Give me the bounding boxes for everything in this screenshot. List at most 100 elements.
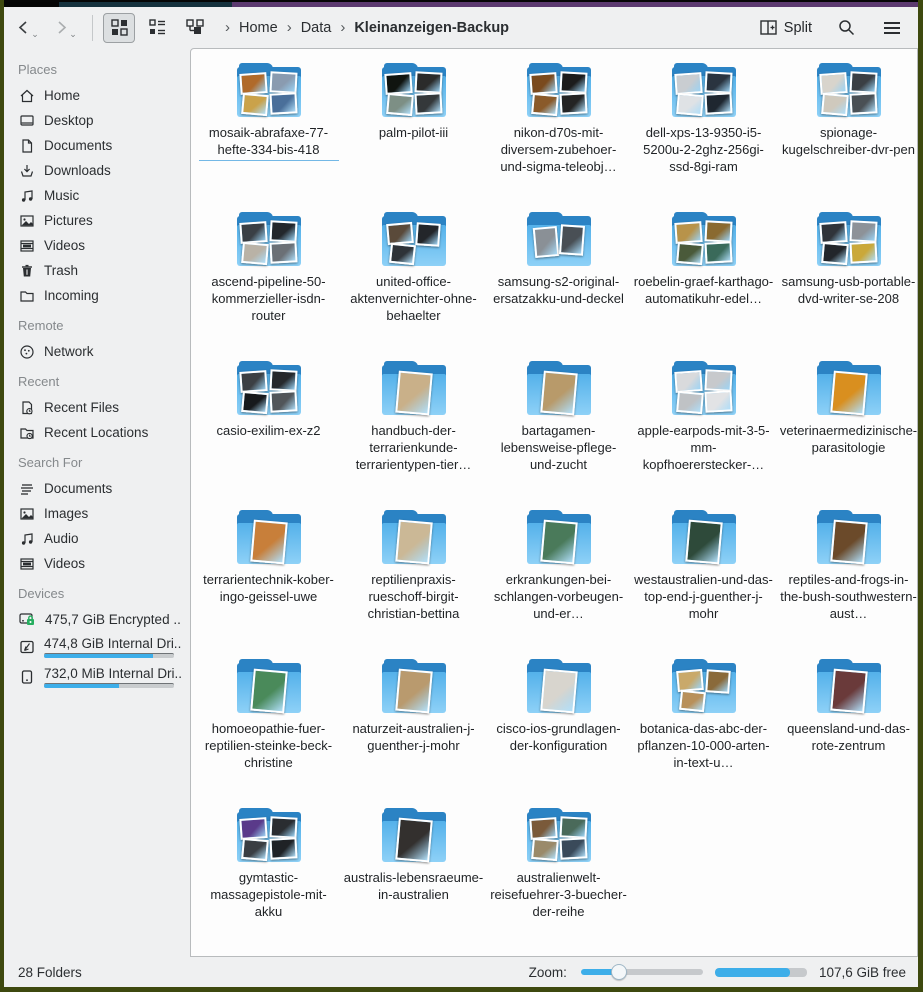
folder-label: mosaik-abrafaxe-77-hefte-334-bis-418 (199, 124, 339, 161)
zoom-slider[interactable] (581, 964, 703, 980)
sidebar-item-recent-locations[interactable]: Recent Locations (16, 420, 184, 445)
folder-thumbnail (540, 669, 578, 714)
sidebar-item-label: Pictures (44, 213, 182, 228)
tree-view-button[interactable] (179, 13, 211, 43)
folder-label: dell-xps-13-9350-i5-5200u-2-2ghz-256gi-s… (634, 124, 774, 175)
network-icon (18, 343, 35, 360)
sidebar-item-474-8-gib-internal-dri[interactable]: 474,8 GiB Internal Dri... (16, 632, 184, 662)
sidebar-item-desktop[interactable]: Desktop (16, 108, 184, 133)
folder-item-naturzeit-australien-j-guenther-j-mohr[interactable]: naturzeit-australien-j-guenther-j-mohr (341, 655, 486, 804)
folder-item-handbuch-der-terrarienkunde-terrarientypen-tier[interactable]: handbuch-der-terrarienkunde-terrarientyp… (341, 357, 486, 506)
back-history-caret[interactable]: ⌄ (31, 29, 39, 43)
sidebar-item-videos[interactable]: Videos (16, 551, 184, 576)
folder-item-mosaik-abrafaxe-77-hefte-334-bis-418[interactable]: mosaik-abrafaxe-77-hefte-334-bis-418 (196, 59, 341, 208)
folder-thumbnail (269, 92, 297, 114)
sidebar-item-label: Desktop (44, 113, 182, 128)
sidebar-item-images[interactable]: Images (16, 501, 184, 526)
back-button[interactable]: ⌄ (12, 13, 44, 43)
folder-label: naturzeit-australien-j-guenther-j-mohr (344, 720, 484, 754)
folder-thumbnail (819, 72, 847, 95)
hamburger-icon (883, 21, 901, 35)
folder-item-erkrankungen-bei-schlangen-vorbeugen-und-er[interactable]: erkrankungen-bei-schlangen-vorbeugen-und… (486, 506, 631, 655)
folder-label: veterinaermedizinische-parasitologie (779, 422, 919, 456)
folder-icon (527, 361, 591, 415)
folder-item-terrarientechnik-kober-ingo-geissel-uwe[interactable]: terrarientechnik-kober-ingo-geissel-uwe (196, 506, 341, 655)
folder-item-samsung-usb-portable-dvd-writer-se-208[interactable]: samsung-usb-portable-dvd-writer-se-208 (776, 208, 918, 357)
folder-thumbnail (241, 241, 269, 264)
folder-label: spionage-kugelschreiber-dvr-pen (779, 124, 919, 158)
breadcrumb: ›Home›Data›Kleinanzeigen-Backup (223, 18, 750, 38)
icons-view-button[interactable] (103, 13, 135, 43)
breadcrumb-item-home[interactable]: Home (236, 18, 281, 38)
folder-item-homoeopathie-fuer-reptilien-steinke-beck-christine[interactable]: homoeopathie-fuer-reptilien-steinke-beck… (196, 655, 341, 804)
folder-item-bartagamen-lebensweise-pflege-und-zucht[interactable]: bartagamen-lebensweise-pflege-und-zucht (486, 357, 631, 506)
zoom-slider-handle[interactable] (611, 964, 627, 980)
folder-icon (817, 63, 881, 117)
zoom-slider-track[interactable] (581, 969, 703, 975)
folder-item-reptiles-and-frogs-in-the-bush-southwestern-aust[interactable]: reptiles-and-frogs-in-the-bush-southwest… (776, 506, 918, 655)
sidebar-item-label: Audio (44, 531, 182, 546)
forward-button[interactable]: ⌄ (50, 13, 82, 43)
sidebar-item-documents[interactable]: Documents (16, 133, 184, 158)
sidebar-item-audio[interactable]: Audio (16, 526, 184, 551)
folder-item-veterinaermedizinische-parasitologie[interactable]: veterinaermedizinische-parasitologie (776, 357, 918, 506)
forward-history-caret[interactable]: ⌄ (69, 29, 77, 43)
folder-item-united-office-aktenvernichter-ohne-behaelter[interactable]: united-office-aktenvernichter-ohne-behae… (341, 208, 486, 357)
folder-icon (817, 659, 881, 713)
drive-internal-icon (18, 639, 35, 656)
folder-item-ascend-pipeline-50-kommerzieller-isdn-router[interactable]: ascend-pipeline-50-kommerzieller-isdn-ro… (196, 208, 341, 357)
folder-label: gymtastic-massagepistole-mit-akku (199, 869, 339, 920)
sidebar-item-pictures[interactable]: Pictures (16, 208, 184, 233)
folder-icon (237, 63, 301, 117)
folder-thumbnail (540, 371, 578, 416)
folder-item-westaustralien-und-das-top-end-j-guenther-j-mohr[interactable]: westaustralien-und-das-top-end-j-guenthe… (631, 506, 776, 655)
details-view-button[interactable] (141, 13, 173, 43)
folder-thumbnail (674, 221, 702, 244)
sidebar-item-trash[interactable]: Trash (16, 258, 184, 283)
folder-item-cisco-ios-grundlagen-der-konfiguration[interactable]: cisco-ios-grundlagen-der-konfiguration (486, 655, 631, 804)
menu-button[interactable] (876, 13, 908, 43)
folder-item-palm-pilot-iii[interactable]: palm-pilot-iii (341, 59, 486, 208)
folder-thumbnail (529, 817, 557, 840)
folder-item-gymtastic-massagepistole-mit-akku[interactable]: gymtastic-massagepistole-mit-akku (196, 804, 341, 953)
folder-item-queensland-und-das-rote-zentrum[interactable]: queensland-und-das-rote-zentrum (776, 655, 918, 804)
folder-icon (237, 361, 301, 415)
window-edge-strip (4, 0, 918, 7)
folder-item-reptilienpraxis-rueschoff-birgit-christian-bettina[interactable]: reptilienpraxis-rueschoff-birgit-christi… (341, 506, 486, 655)
folder-item-australienwelt-reisefuehrer-3-buecher-der-reihe[interactable]: australienwelt-reisefuehrer-3-buecher-de… (486, 804, 631, 953)
folder-thumbnail (676, 390, 704, 413)
folder-item-roebelin-graef-karthago-automatikuhr-edel[interactable]: roebelin-graef-karthago-automatikuhr-ede… (631, 208, 776, 357)
sidebar-item-videos[interactable]: Videos (16, 233, 184, 258)
search-button[interactable] (830, 13, 862, 43)
sidebar-item-home[interactable]: Home (16, 83, 184, 108)
folder-thumbnail (239, 370, 267, 393)
sidebar-item-label: Downloads (44, 163, 182, 178)
folder-item-botanica-das-abc-der-pflanzen-10-000-arten-in-text-u[interactable]: botanica-das-abc-der-pflanzen-10-000-art… (631, 655, 776, 804)
folder-item-dell-xps-13-9350-i5-5200u-2-2ghz-256gi-ssd-8gi-ram[interactable]: dell-xps-13-9350-i5-5200u-2-2ghz-256gi-s… (631, 59, 776, 208)
sidebar-item-incoming[interactable]: Incoming (16, 283, 184, 308)
sidebar-item-downloads[interactable]: Downloads (16, 158, 184, 183)
folder-icon (672, 63, 736, 117)
folder-icon (527, 212, 591, 266)
folder-item-nikon-d70s-mit-diversem-zubehoer-und-sigma-teleobj[interactable]: nikon-d70s-mit-diversem-zubehoer-und-sig… (486, 59, 631, 208)
folder-item-casio-exilim-ex-z2[interactable]: casio-exilim-ex-z2 (196, 357, 341, 506)
sidebar-item-music[interactable]: Music (16, 183, 184, 208)
sidebar-item-732-0-mib-internal-dri[interactable]: 732,0 MiB Internal Dri... (16, 662, 184, 692)
sidebar-item-network[interactable]: Network (16, 339, 184, 364)
folder-thumbnail (395, 669, 433, 714)
folder-thumbnail (676, 668, 704, 691)
sidebar-item-documents[interactable]: Documents (16, 476, 184, 501)
folder-thumbnail (559, 837, 587, 859)
folder-label: botanica-das-abc-der-pflanzen-10-000-art… (634, 720, 774, 771)
sidebar-item-recent-files[interactable]: Recent Files (16, 395, 184, 420)
folder-item-samsung-s2-original-ersatzakku-und-deckel[interactable]: samsung-s2-original-ersatzakku-und-decke… (486, 208, 631, 357)
folder-item-apple-earpods-mit-3-5-mm-kopfhoererstecker[interactable]: apple-earpods-mit-3-5-mm-kopfhoerersteck… (631, 357, 776, 506)
folder-icon (237, 808, 301, 862)
folder-item-australis-lebensraeume-in-australien[interactable]: australis-lebensraeume-in-australien (341, 804, 486, 953)
sidebar-item-475-7-gib-encrypted[interactable]: 475,7 GiB Encrypted ... (16, 607, 184, 632)
split-button[interactable]: Split (756, 17, 816, 39)
breadcrumb-item-data[interactable]: Data (298, 18, 335, 38)
breadcrumb-item-kleinanzeigen-backup[interactable]: Kleinanzeigen-Backup (351, 18, 512, 38)
folder-item-spionage-kugelschreiber-dvr-pen[interactable]: spionage-kugelschreiber-dvr-pen (776, 59, 918, 208)
folder-thumbnail (269, 241, 297, 263)
